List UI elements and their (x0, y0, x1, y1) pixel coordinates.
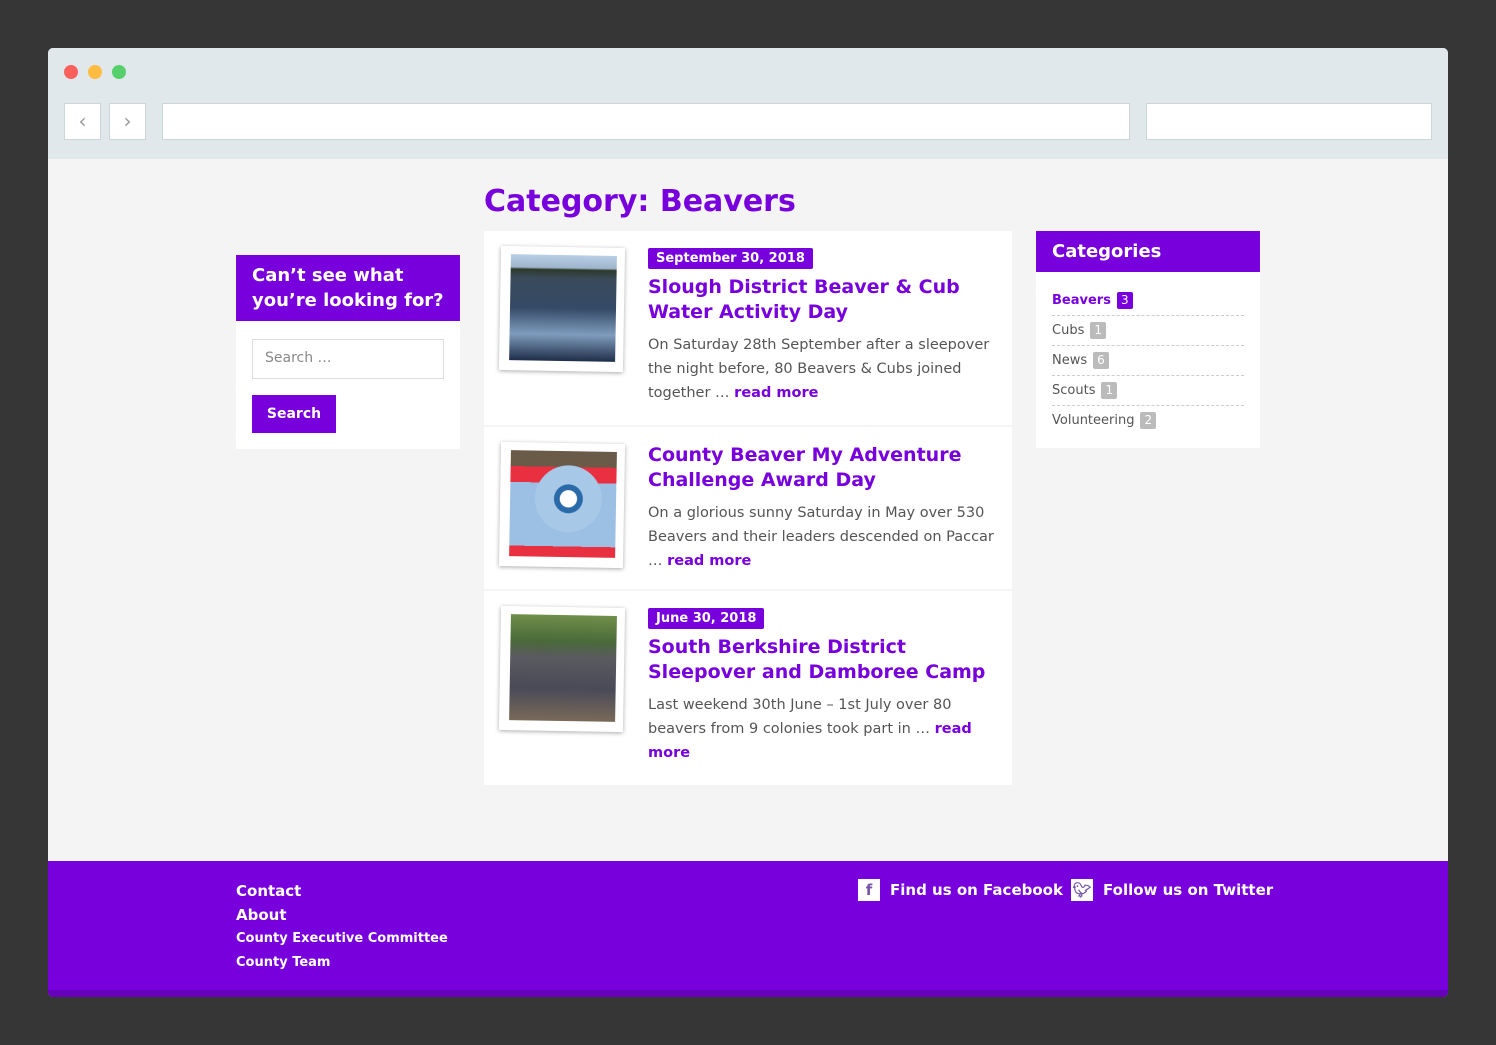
category-item-news[interactable]: News 6 (1052, 346, 1244, 376)
maximize-window-button[interactable] (112, 65, 126, 79)
post-item: County Beaver My Adventure Challenge Awa… (484, 427, 1012, 591)
facebook-link[interactable]: f Find us on Facebook (858, 879, 1063, 901)
category-count: 2 (1140, 412, 1157, 429)
category-count: 1 (1090, 322, 1106, 339)
categories-title: Categories (1036, 231, 1260, 272)
footer: Contact About County Executive Committee… (48, 861, 1448, 997)
categories-widget: Categories Beavers 3 Cubs 1 News 6 Scouts 1 … (1036, 231, 1260, 448)
post-title[interactable]: Slough District Beaver & Cub Water Activ… (648, 275, 994, 325)
search-input[interactable]: Search … (252, 339, 444, 379)
close-window-button[interactable] (64, 65, 78, 79)
minimize-window-button[interactable] (88, 65, 102, 79)
search-widget: Can’t see what you’re looking for? Searc… (236, 255, 460, 449)
read-more-link[interactable]: read more (667, 553, 751, 569)
read-more-link[interactable]: read more (734, 385, 818, 401)
post-thumbnail[interactable] (498, 441, 626, 569)
post-list: September 30, 2018 Slough District Beave… (484, 231, 1012, 787)
facebook-icon: f (858, 879, 880, 901)
footer-link-about[interactable]: About (236, 903, 448, 927)
category-count: 6 (1093, 352, 1109, 369)
category-label[interactable]: Volunteering (1052, 413, 1134, 428)
post-title[interactable]: County Beaver My Adventure Challenge Awa… (648, 443, 994, 493)
footer-link-team[interactable]: County Team (236, 951, 448, 975)
twitter-link[interactable]: 🐦︎ Follow us on Twitter (1071, 879, 1273, 901)
post-date: September 30, 2018 (648, 248, 813, 269)
post-item: June 30, 2018 South Berkshire District S… (484, 591, 1012, 787)
footer-link-committee[interactable]: County Executive Committee (236, 927, 448, 951)
forward-button[interactable]: › (109, 103, 146, 140)
category-count: 1 (1101, 382, 1118, 399)
search-button[interactable]: Search (252, 395, 336, 433)
address-bar[interactable] (162, 103, 1130, 140)
category-item-volunteering[interactable]: Volunteering 2 (1052, 406, 1244, 436)
facebook-label: Find us on Facebook (890, 881, 1063, 899)
post-thumbnail[interactable] (498, 605, 626, 733)
category-label[interactable]: News (1052, 353, 1087, 368)
post-date: June 30, 2018 (648, 608, 765, 629)
twitter-icon: 🐦︎ (1071, 879, 1093, 901)
category-label[interactable]: Cubs (1052, 323, 1084, 338)
browser-window: ‹ › Category: Beavers Can’t see what you… (48, 48, 1448, 997)
post-item: September 30, 2018 Slough District Beave… (484, 231, 1012, 427)
back-button[interactable]: ‹ (64, 103, 101, 140)
twitter-label: Follow us on Twitter (1103, 881, 1274, 899)
post-thumbnail[interactable] (498, 245, 626, 373)
category-item-beavers[interactable]: Beavers 3 (1052, 286, 1244, 316)
post-excerpt: On Saturday 28th September after a sleep… (648, 337, 990, 401)
post-title[interactable]: South Berkshire District Sleepover and D… (648, 635, 994, 685)
category-item-cubs[interactable]: Cubs 1 (1052, 316, 1244, 346)
search-widget-title: Can’t see what you’re looking for? (236, 255, 460, 321)
category-count: 3 (1116, 292, 1133, 309)
category-item-scouts[interactable]: Scouts 1 (1052, 376, 1244, 406)
browser-chrome: ‹ › (48, 48, 1448, 159)
page-title: Category: Beavers (484, 184, 796, 219)
category-label[interactable]: Beavers (1052, 293, 1111, 308)
post-excerpt: Last weekend 30th June – 1st July over 8… (648, 697, 952, 737)
footer-link-contact[interactable]: Contact (236, 879, 448, 903)
category-label[interactable]: Scouts (1052, 383, 1095, 398)
browser-search-bar[interactable] (1146, 103, 1432, 140)
